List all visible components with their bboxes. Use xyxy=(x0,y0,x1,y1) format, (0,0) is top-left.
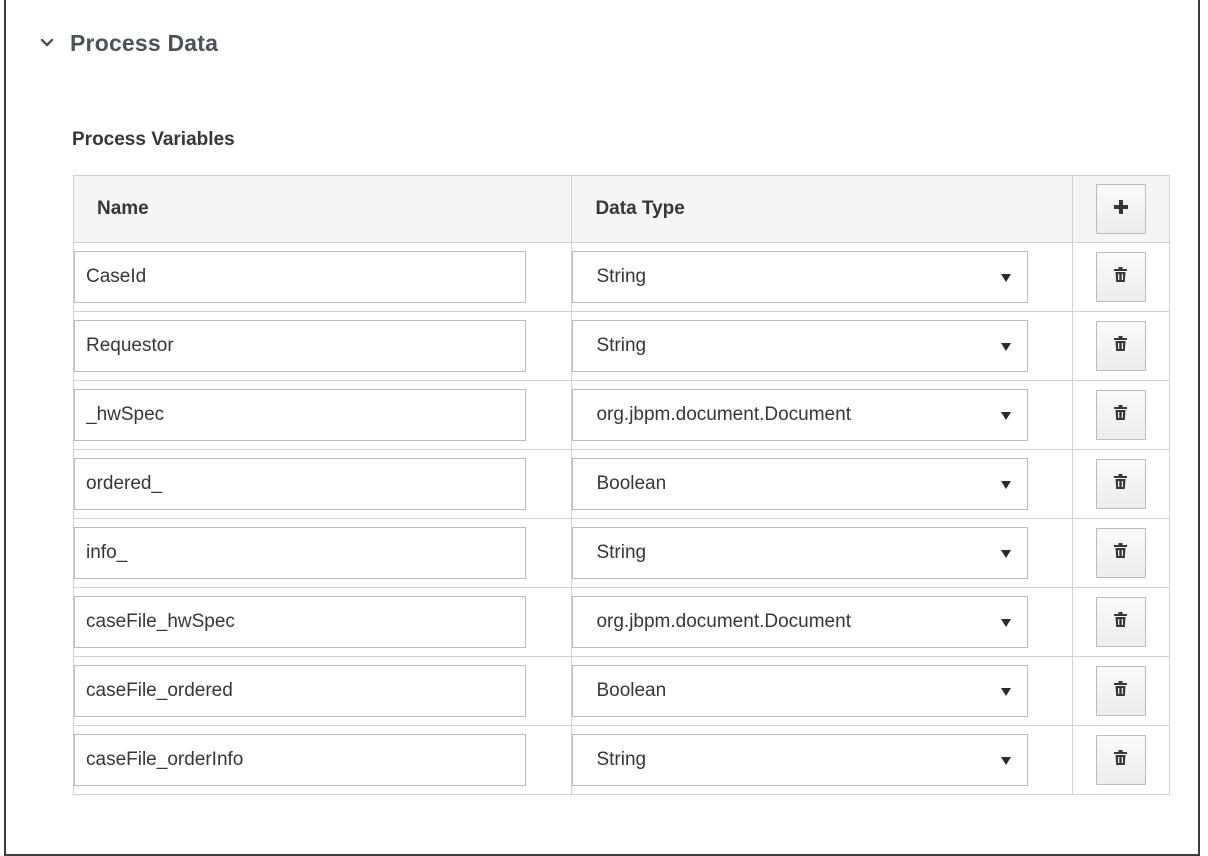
data-type-value: Boolean xyxy=(596,473,667,494)
caret-down-icon xyxy=(1001,343,1012,351)
table-row: String xyxy=(72,242,1171,312)
variable-name-input[interactable] xyxy=(74,320,526,372)
process-variables-table: Name Data Type CaseId String Requestor S… xyxy=(72,175,1171,795)
table-header-row: Name Data Type xyxy=(72,175,1171,243)
delete-variable-button[interactable] xyxy=(1095,459,1146,509)
name-cell xyxy=(72,518,573,588)
data-type-cell: String xyxy=(571,242,1073,312)
name-cell xyxy=(72,242,573,312)
name-cell xyxy=(72,449,573,519)
variable-name-input[interactable] xyxy=(74,251,526,303)
table-row: Boolean xyxy=(72,656,1171,726)
caret-down-icon xyxy=(1001,274,1012,282)
table-row: String xyxy=(72,311,1171,381)
data-type-select[interactable]: org.jbpm.document.Document xyxy=(572,596,1029,648)
table-row: org.jbpm.document.Document xyxy=(72,380,1171,450)
data-type-select[interactable]: String xyxy=(572,734,1029,786)
variable-name-input[interactable] xyxy=(74,734,526,786)
table-row: org.jbpm.document.Document xyxy=(72,587,1171,657)
plus-icon xyxy=(1113,198,1128,220)
delete-variable-button[interactable] xyxy=(1095,252,1146,302)
name-cell xyxy=(72,725,573,795)
data-type-value: Boolean xyxy=(596,680,667,701)
data-type-cell: String xyxy=(571,518,1073,588)
variable-name-input[interactable] xyxy=(74,389,526,441)
table-body: String xyxy=(72,242,1171,795)
table-row: Boolean xyxy=(72,449,1171,519)
table-row: String xyxy=(72,518,1171,588)
action-cell xyxy=(1071,656,1171,726)
data-type-select[interactable]: Boolean xyxy=(572,458,1029,510)
section-title: Process Data xyxy=(70,29,219,56)
data-type-value: String xyxy=(596,335,647,356)
trash-icon xyxy=(1114,543,1128,563)
column-header-name: Name xyxy=(72,175,573,243)
action-cell xyxy=(1071,380,1171,450)
action-cell xyxy=(1071,518,1171,588)
data-type-select[interactable]: Boolean xyxy=(572,665,1029,717)
action-cell xyxy=(1071,311,1171,381)
data-type-select[interactable]: String xyxy=(572,251,1029,303)
process-variables-label: Process Variables xyxy=(72,129,235,150)
chevron-down-icon[interactable] xyxy=(36,32,58,54)
data-type-select[interactable]: org.jbpm.document.Document xyxy=(572,389,1029,441)
data-type-select[interactable]: String xyxy=(572,527,1029,579)
trash-icon xyxy=(1114,267,1128,287)
variable-name-input[interactable] xyxy=(74,458,526,510)
name-cell xyxy=(72,656,573,726)
data-type-value: String xyxy=(596,266,647,287)
data-type-select[interactable]: String xyxy=(572,320,1029,372)
data-type-cell: String xyxy=(571,725,1073,795)
add-variable-button[interactable] xyxy=(1095,184,1146,234)
data-type-value: String xyxy=(596,542,647,563)
name-cell xyxy=(72,380,573,450)
process-data-panel: Process Data Process Variables Name Data… xyxy=(4,0,1200,856)
trash-icon xyxy=(1114,750,1128,770)
delete-variable-button[interactable] xyxy=(1095,321,1146,371)
delete-variable-button[interactable] xyxy=(1095,597,1146,647)
data-type-cell: Boolean xyxy=(571,656,1073,726)
data-type-cell: org.jbpm.document.Document xyxy=(571,587,1073,657)
caret-down-icon xyxy=(1001,688,1012,696)
variable-name-input[interactable] xyxy=(74,596,526,648)
action-cell xyxy=(1071,587,1171,657)
delete-variable-button[interactable] xyxy=(1095,666,1146,716)
trash-icon xyxy=(1114,612,1128,632)
column-header-actions xyxy=(1071,175,1171,243)
caret-down-icon xyxy=(1001,481,1012,489)
delete-variable-button[interactable] xyxy=(1095,390,1146,440)
data-type-value: org.jbpm.document.Document xyxy=(596,404,851,425)
table-row: String xyxy=(72,725,1171,795)
trash-icon xyxy=(1114,474,1128,494)
column-header-data-type: Data Type xyxy=(571,175,1073,243)
action-cell xyxy=(1071,242,1171,312)
action-cell xyxy=(1071,725,1171,795)
variable-name-input[interactable] xyxy=(74,665,526,717)
delete-variable-button[interactable] xyxy=(1095,735,1146,785)
data-type-value: String xyxy=(596,749,647,770)
name-cell xyxy=(72,311,573,381)
section-header[interactable]: Process Data xyxy=(36,26,218,60)
caret-down-icon xyxy=(1001,757,1012,765)
variable-name-input[interactable] xyxy=(74,527,526,579)
caret-down-icon xyxy=(1001,619,1012,627)
data-type-cell: String xyxy=(571,311,1073,381)
caret-down-icon xyxy=(1001,412,1012,420)
name-cell xyxy=(72,587,573,657)
caret-down-icon xyxy=(1001,550,1012,558)
trash-icon xyxy=(1114,336,1128,356)
trash-icon xyxy=(1114,405,1128,425)
data-type-cell: org.jbpm.document.Document xyxy=(571,380,1073,450)
action-cell xyxy=(1071,449,1171,519)
data-type-value: org.jbpm.document.Document xyxy=(596,611,851,632)
data-type-cell: Boolean xyxy=(571,449,1073,519)
delete-variable-button[interactable] xyxy=(1095,528,1146,578)
trash-icon xyxy=(1114,681,1128,701)
